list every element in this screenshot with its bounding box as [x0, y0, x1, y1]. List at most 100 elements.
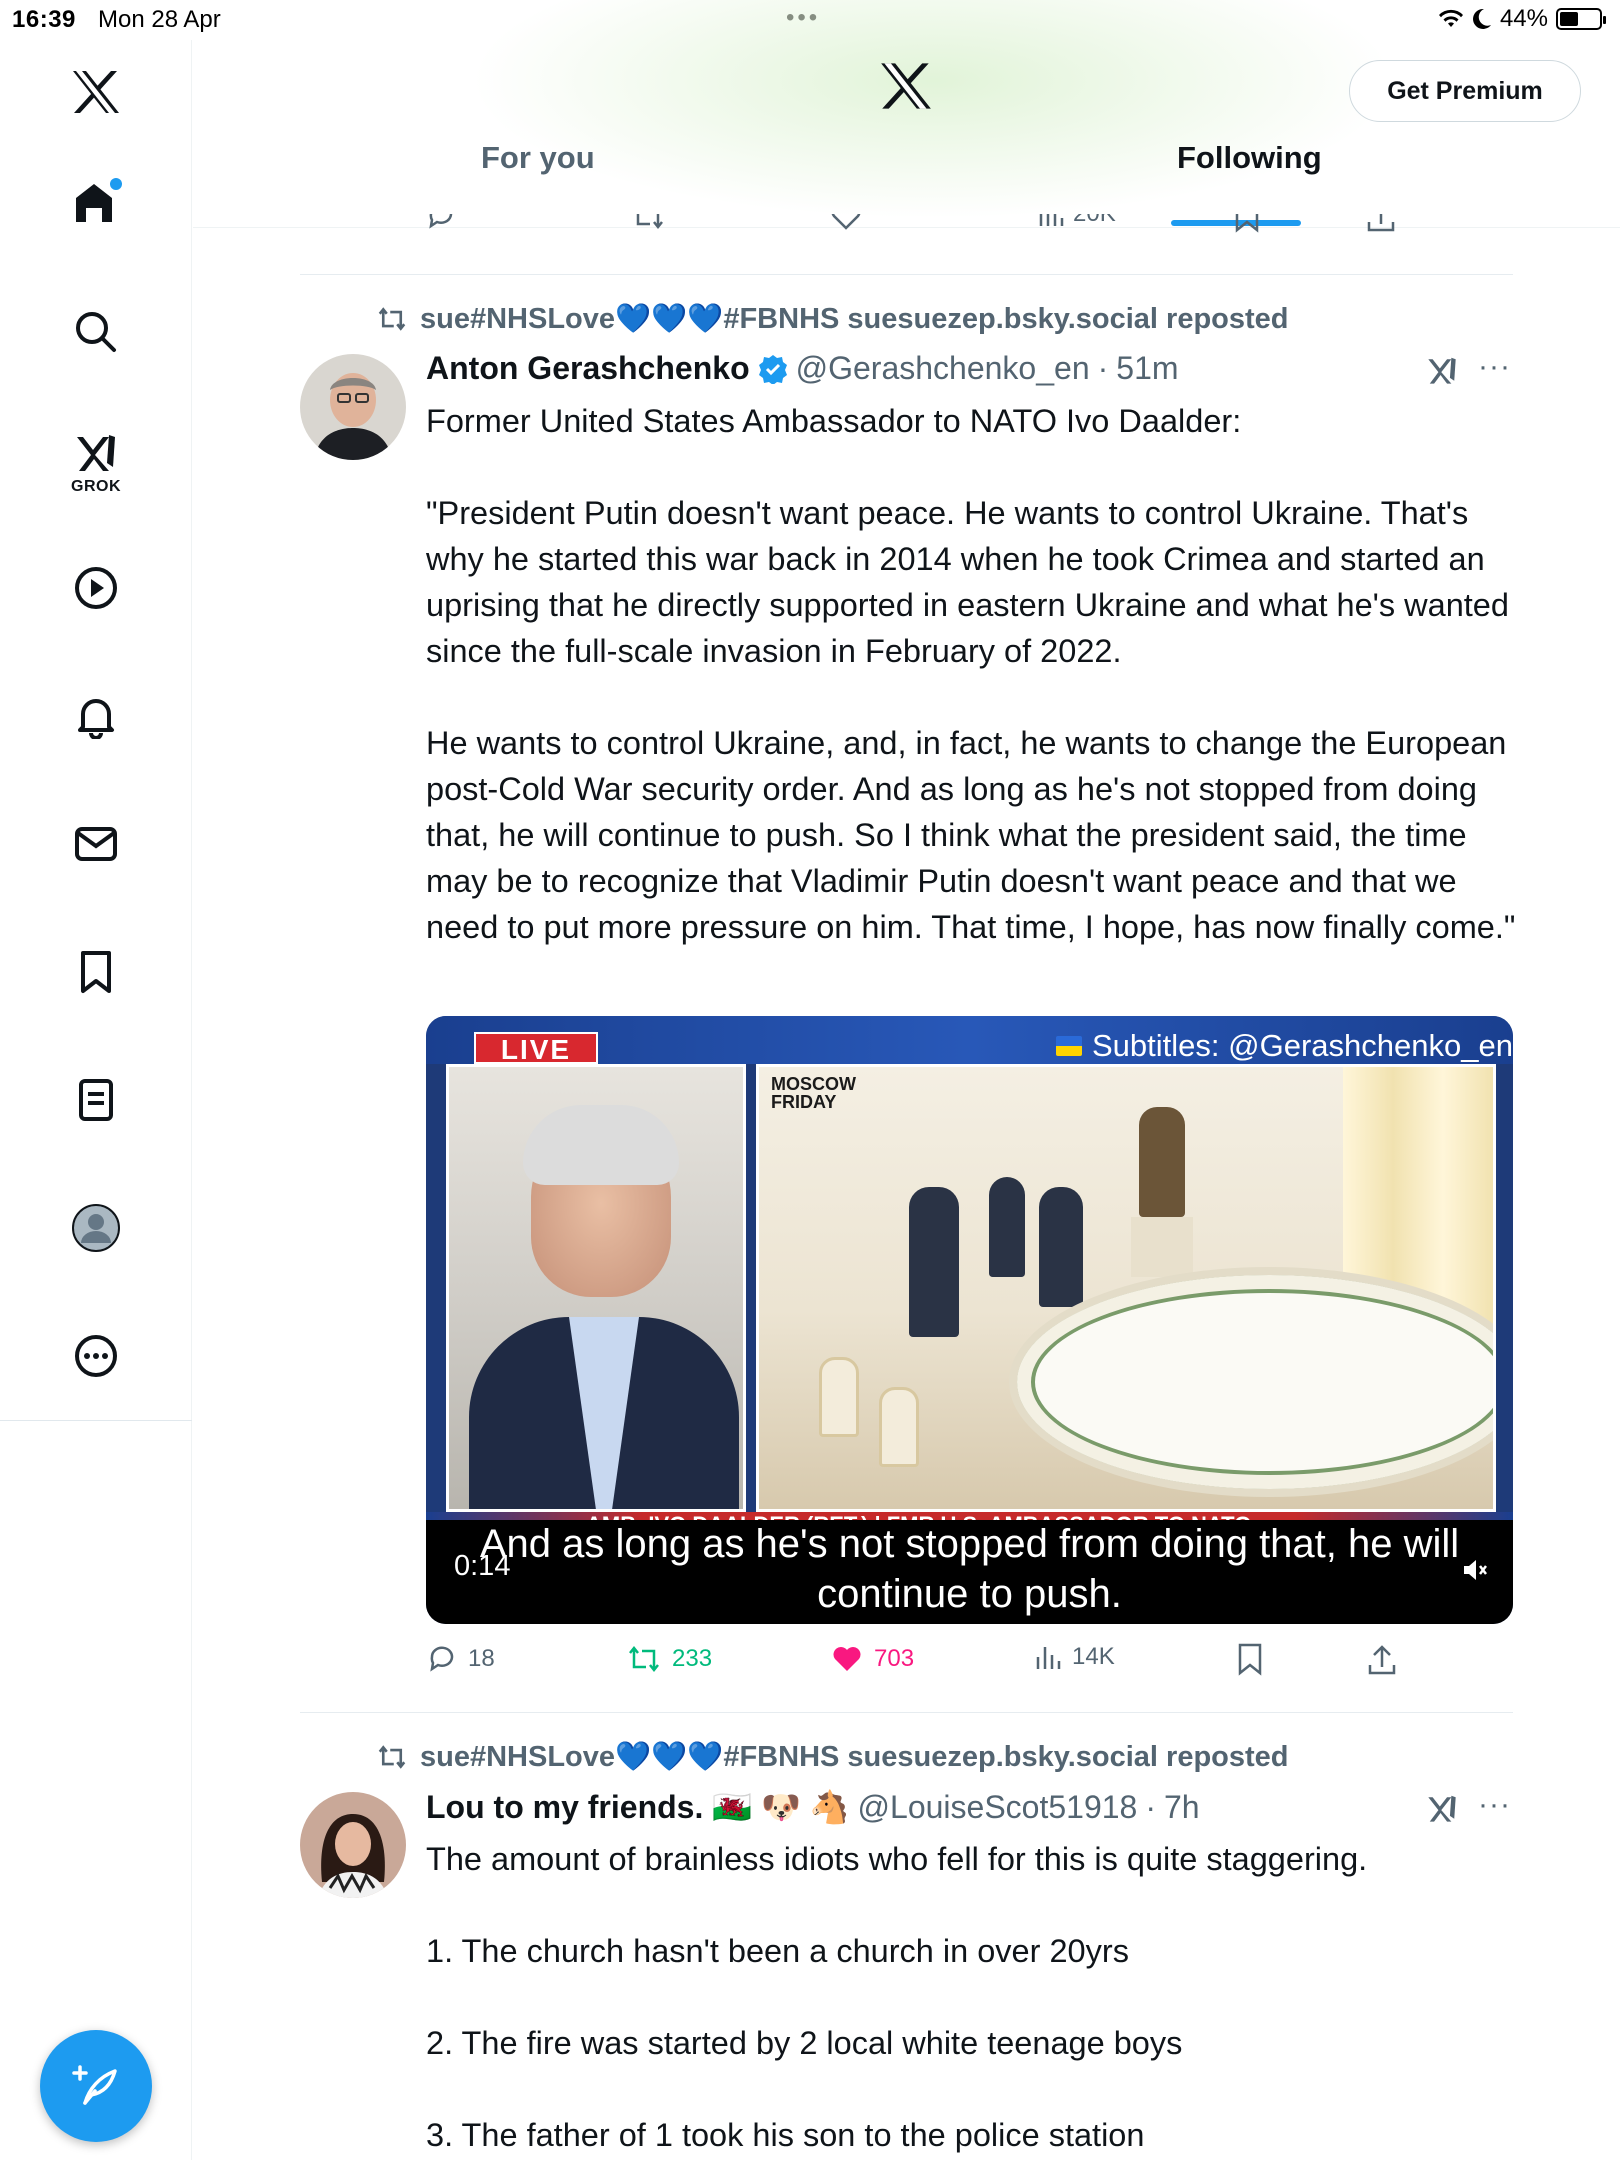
caption-line: continue to push.	[817, 1572, 1122, 1616]
like-icon[interactable]	[829, 214, 863, 232]
dot-separator: ·	[1145, 1788, 1156, 1825]
home-icon[interactable]	[66, 172, 126, 232]
like-count: 703	[874, 1645, 915, 1672]
wifi-icon	[1438, 9, 1463, 27]
tweet-paragraph: 3. The father of 1 took his son to the p…	[426, 2117, 1145, 2153]
bookmark-button[interactable]	[1236, 1643, 1264, 1677]
tweet-actions: 18 233 703 14K	[426, 1643, 1436, 1687]
grok-label: GROK	[71, 478, 121, 495]
tweet-paragraph: He wants to control Ukraine, and, in fac…	[426, 725, 1516, 945]
bookmark-icon[interactable]	[66, 942, 126, 1002]
video-timestamp: 0:14	[454, 1550, 511, 1582]
author-name[interactable]: Lou to my friends. 🏴󠁧󠁢󠁷󠁬󠁳󠁿 🐶 🐴	[426, 1788, 850, 1826]
ukraine-flag-icon	[1056, 1036, 1082, 1056]
caption-line: And as long as he's not stopped from doi…	[479, 1522, 1460, 1566]
get-premium-button[interactable]: Get Premium	[1349, 60, 1581, 122]
timeline-header: Get Premium For you Following	[193, 0, 1620, 230]
tweet-text: Former United States Ambassador to NATO …	[426, 398, 1526, 950]
status-time: 16:39	[12, 6, 76, 33]
like-button[interactable]: 703	[830, 1643, 914, 1675]
compose-icon	[72, 2065, 117, 2105]
avatar[interactable]	[300, 1792, 406, 1898]
battery-percent: 44%	[1499, 5, 1548, 32]
author-name[interactable]: Anton Gerashchenko	[426, 350, 750, 387]
verified-badge-icon	[758, 354, 787, 384]
video-icon[interactable]	[66, 558, 126, 618]
views-icon	[1036, 1647, 1061, 1669]
views-count: 14K	[1072, 1643, 1115, 1670]
bell-icon[interactable]	[66, 686, 126, 746]
location-tag: MOSCOW FRIDAY	[771, 1075, 856, 1111]
heart-icon	[833, 1647, 861, 1671]
sidebar: GROK	[0, 40, 192, 2160]
views-count: 20K	[1073, 214, 1116, 228]
lists-icon[interactable]	[66, 1070, 126, 1130]
tweet-paragraph: The amount of brainless idiots who fell …	[426, 1841, 1368, 1877]
tweet-time[interactable]: 7h	[1164, 1789, 1200, 1826]
x-logo-icon[interactable]	[879, 60, 933, 117]
tab-for-you[interactable]: For you	[481, 140, 595, 176]
tweet-header: Anton Gerashchenko @Gerashchenko_en · 51…	[426, 350, 1179, 387]
repost-by-label: sue#NHSLove💙💙💙#FBNHS suesuezep.bsky.soci…	[420, 303, 1289, 335]
repost-context: sue#NHSLove💙💙💙#FBNHS suesuezep.bsky.soci…	[376, 302, 1289, 336]
more-options-icon[interactable]: ···	[1478, 350, 1511, 384]
tweet-separator	[300, 1712, 1513, 1713]
tweet-time[interactable]: 51m	[1116, 350, 1178, 387]
bookmark-icon	[1238, 1643, 1262, 1676]
tweet-paragraph: 2. The fire was started by 2 local white…	[426, 2025, 1183, 2061]
tweet-separator	[300, 274, 1513, 275]
video-player[interactable]: LIVE Subtitles: @Gerashchenko_en MOSCOW	[426, 1016, 1513, 1624]
share-icon[interactable]	[1365, 214, 1397, 234]
video-caption: And as long as he's not stopped from doi…	[426, 1520, 1513, 1624]
mute-icon[interactable]	[1461, 1556, 1489, 1589]
location-tag-line: FRIDAY	[771, 1092, 837, 1112]
moon-icon	[1472, 8, 1491, 29]
status-date: Mon 28 Apr	[98, 6, 221, 33]
reply-icon[interactable]	[425, 214, 457, 232]
subtitles-credit-text: Subtitles: @Gerashchenko_en	[1092, 1028, 1513, 1063]
repost-icon[interactable]	[630, 214, 666, 232]
tweet-paragraph: 1. The church hasn't been a church in ov…	[426, 1933, 1129, 1969]
mail-icon[interactable]	[66, 814, 126, 874]
repost-by-label: sue#NHSLove💙💙💙#FBNHS suesuezep.bsky.soci…	[420, 1741, 1289, 1773]
share-button[interactable]	[1366, 1643, 1398, 1677]
repost-icon	[629, 1645, 659, 1673]
views-stat[interactable]: 20K	[1037, 214, 1116, 228]
reply-button[interactable]: 18	[426, 1643, 495, 1675]
repost-button[interactable]: 233	[626, 1643, 712, 1675]
subtitles-credit: Subtitles: @Gerashchenko_en	[1056, 1028, 1513, 1064]
tweet-text: The amount of brainless idiots who fell …	[426, 1836, 1526, 2158]
tweet-paragraph: Former United States Ambassador to NATO …	[426, 403, 1242, 439]
avatar[interactable]	[300, 354, 406, 460]
more-options-icon[interactable]: ···	[1478, 1788, 1511, 1822]
location-tag-line: MOSCOW	[771, 1074, 856, 1094]
x-logo-icon[interactable]	[66, 62, 126, 122]
reply-count: 18	[468, 1645, 495, 1672]
views-button[interactable]: 14K	[1034, 1643, 1115, 1671]
more-icon[interactable]	[66, 1326, 126, 1386]
tweet-paragraph: "President Putin doesn't want peace. He …	[426, 495, 1509, 669]
repost-icon	[378, 307, 406, 331]
bookmark-icon[interactable]	[1233, 214, 1261, 234]
battery-icon	[1556, 8, 1606, 30]
repost-context: sue#NHSLove💙💙💙#FBNHS suesuezep.bsky.soci…	[376, 1740, 1289, 1774]
search-icon[interactable]	[66, 302, 126, 362]
tab-following[interactable]: Following	[1177, 140, 1322, 176]
share-icon	[1368, 1645, 1396, 1675]
profile-icon[interactable]	[66, 1198, 126, 1258]
reply-icon	[430, 1646, 454, 1672]
repost-icon	[378, 1745, 406, 1769]
grok-icon[interactable]	[66, 422, 126, 482]
video-interviewee-panel	[446, 1064, 746, 1512]
author-handle[interactable]: @Gerashchenko_en	[796, 350, 1090, 387]
sidebar-divider	[0, 1420, 192, 1421]
repost-count: 233	[672, 1645, 713, 1672]
author-handle[interactable]: @LouiseScot51918	[858, 1789, 1138, 1826]
compose-button[interactable]	[40, 2030, 152, 2142]
previous-tweet-actions: 20K	[425, 214, 1435, 248]
grok-icon[interactable]	[1424, 1790, 1460, 1831]
grok-icon[interactable]	[1424, 352, 1460, 393]
tweet-header: Lou to my friends. 🏴󠁧󠁢󠁷󠁬󠁳󠁿 🐶 🐴 @LouiseSc…	[426, 1788, 1200, 1826]
dot-separator: ·	[1097, 350, 1109, 386]
video-kremlin-footage: MOSCOW FRIDAY	[756, 1064, 1496, 1512]
